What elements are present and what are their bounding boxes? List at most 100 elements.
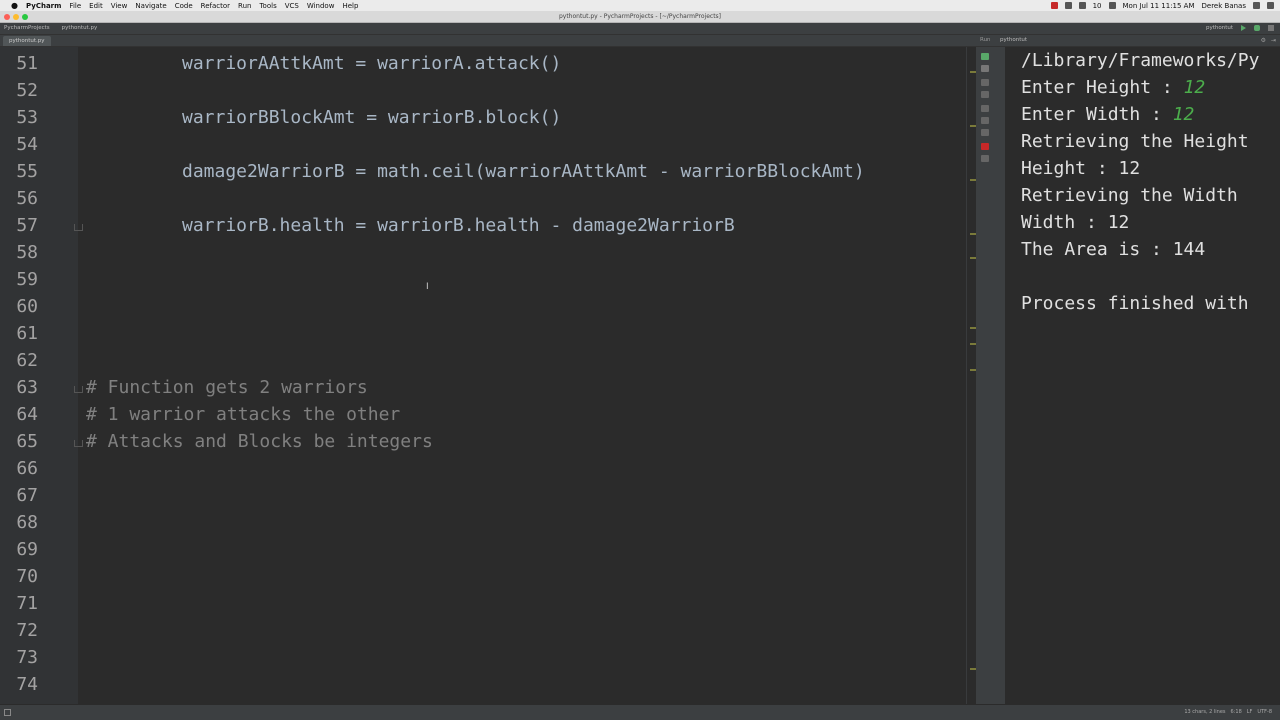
code-text[interactable]: warriorAAttkAmt = warriorA.attack()	[182, 50, 561, 77]
code-comment[interactable]: # Attacks and Blocks be integers	[86, 428, 433, 455]
apple-icon[interactable]: ●	[11, 1, 20, 10]
line-number[interactable]: 54	[0, 131, 38, 158]
code-line[interactable]: 55 damage2WarriorB = math.ceil(warriorAAt…	[0, 158, 976, 185]
file-encoding[interactable]: UTF-8	[1257, 709, 1272, 715]
line-number[interactable]: 69	[0, 536, 38, 563]
code-comment[interactable]: # Function gets 2 warriors	[86, 374, 368, 401]
code-line[interactable]: 59	[0, 266, 976, 293]
run-console[interactable]: /Library/Frameworks/Py Enter Height : 12 E…	[1006, 47, 1280, 704]
code-comment[interactable]: # 1 warrior attacks the other	[86, 401, 400, 428]
breadcrumb-file[interactable]: pythontut.py	[62, 25, 98, 31]
line-number[interactable]: 56	[0, 185, 38, 212]
code-line[interactable]: 70	[0, 563, 976, 590]
code-line[interactable]: 51 warriorAAttkAmt = warriorA.attack()	[0, 50, 976, 77]
menu-file[interactable]: File	[69, 2, 81, 10]
clear-icon[interactable]	[981, 129, 989, 136]
line-number[interactable]: 64	[0, 401, 38, 428]
code-line[interactable]: 67	[0, 482, 976, 509]
record-icon[interactable]	[1050, 2, 1058, 9]
line-number[interactable]: 59	[0, 266, 38, 293]
scroll-down-icon[interactable]	[981, 91, 989, 98]
code-line[interactable]: 72	[0, 617, 976, 644]
menu-navigate[interactable]: Navigate	[135, 2, 166, 10]
rerun-icon[interactable]	[981, 53, 989, 60]
spotlight-icon[interactable]	[1253, 2, 1260, 9]
line-number[interactable]: 72	[0, 617, 38, 644]
stop-icon[interactable]	[981, 65, 989, 72]
code-line[interactable]: 68	[0, 509, 976, 536]
stop-icon[interactable]	[1268, 25, 1274, 31]
line-number[interactable]: 70	[0, 563, 38, 590]
code-line[interactable]: 53 warriorBBlockAmt = warriorB.block()	[0, 104, 976, 131]
line-separator[interactable]: LF	[1247, 709, 1253, 715]
code-text[interactable]: warriorBBlockAmt = warriorB.block()	[182, 104, 561, 131]
soft-wrap-icon[interactable]	[981, 105, 989, 112]
code-line[interactable]: 62	[0, 347, 976, 374]
code-editor[interactable]: 51 warriorAAttkAmt = warriorA.attack() 52 5…	[0, 47, 976, 704]
editor-tab[interactable]: pythontut.py	[3, 36, 51, 46]
code-line[interactable]: 52	[0, 77, 976, 104]
dropbox-icon[interactable]	[1064, 2, 1072, 9]
line-number[interactable]: 52	[0, 77, 38, 104]
line-number[interactable]: 63	[0, 374, 38, 401]
cursor-position[interactable]: 6:18	[1231, 709, 1242, 715]
line-number[interactable]: 74	[0, 671, 38, 698]
menu-view[interactable]: View	[111, 2, 128, 10]
code-line[interactable]: 65 # Attacks and Blocks be integers	[0, 428, 976, 455]
code-text[interactable]: warriorB.health = warriorB.health - dama…	[182, 212, 735, 239]
menu-code[interactable]: Code	[175, 2, 193, 10]
user-name[interactable]: Derek Banas	[1202, 2, 1246, 10]
line-number[interactable]: 65	[0, 428, 38, 455]
line-number[interactable]: 61	[0, 320, 38, 347]
fold-icon[interactable]	[74, 224, 83, 231]
line-number[interactable]: 60	[0, 293, 38, 320]
code-line[interactable]: 61	[0, 320, 976, 347]
debug-icon[interactable]	[1254, 25, 1260, 31]
code-line[interactable]: 63 # Function gets 2 warriors	[0, 374, 976, 401]
breadcrumb-project[interactable]: PycharmProjects	[4, 25, 50, 31]
line-number[interactable]: 53	[0, 104, 38, 131]
code-text[interactable]: damage2WarriorB = math.ceil(warriorAAttk…	[182, 158, 865, 185]
code-line[interactable]: 64 # 1 warrior attacks the other	[0, 401, 976, 428]
code-line[interactable]: 71	[0, 590, 976, 617]
menu-help[interactable]: Help	[342, 2, 358, 10]
code-line[interactable]: 66	[0, 455, 976, 482]
menu-vcs[interactable]: VCS	[285, 2, 299, 10]
run-config-select[interactable]: pythontut	[1206, 25, 1233, 31]
help-icon[interactable]	[981, 155, 989, 162]
code-line[interactable]: 60	[0, 293, 976, 320]
line-number[interactable]: 66	[0, 455, 38, 482]
print-icon[interactable]	[981, 117, 989, 124]
run-icon[interactable]	[1241, 25, 1246, 31]
clock[interactable]: Mon Jul 11 11:15 AM	[1123, 2, 1195, 10]
battery-level[interactable]: 10	[1093, 2, 1102, 10]
hide-panel-icon[interactable]: ⇥	[1271, 37, 1276, 44]
line-number[interactable]: 62	[0, 347, 38, 374]
menu-run[interactable]: Run	[238, 2, 251, 10]
code-line[interactable]: 73	[0, 644, 976, 671]
line-number[interactable]: 67	[0, 482, 38, 509]
code-line[interactable]: 74	[0, 671, 976, 698]
gear-icon[interactable]: ⚙	[1261, 37, 1266, 44]
menu-refactor[interactable]: Refactor	[201, 2, 230, 10]
code-line[interactable]: 56	[0, 185, 976, 212]
code-line[interactable]: 69	[0, 536, 976, 563]
line-number[interactable]: 57	[0, 212, 38, 239]
code-line[interactable]: 57 warriorB.health = warriorB.health - da…	[0, 212, 976, 239]
code-line[interactable]: 54	[0, 131, 976, 158]
fold-icon[interactable]	[74, 440, 83, 447]
close-icon[interactable]	[981, 143, 989, 150]
line-number[interactable]: 71	[0, 590, 38, 617]
code-line[interactable]: 58	[0, 239, 976, 266]
toggle-tool-windows-icon[interactable]	[4, 709, 11, 716]
menu-tools[interactable]: Tools	[259, 2, 276, 10]
app-menu[interactable]: PyCharm	[26, 2, 61, 10]
line-number[interactable]: 73	[0, 644, 38, 671]
line-number[interactable]: 68	[0, 509, 38, 536]
line-number[interactable]: 55	[0, 158, 38, 185]
notification-center-icon[interactable]	[1267, 2, 1274, 9]
menu-edit[interactable]: Edit	[89, 2, 103, 10]
menu-window[interactable]: Window	[307, 2, 335, 10]
line-number[interactable]: 51	[0, 50, 38, 77]
fold-icon[interactable]	[74, 386, 83, 393]
